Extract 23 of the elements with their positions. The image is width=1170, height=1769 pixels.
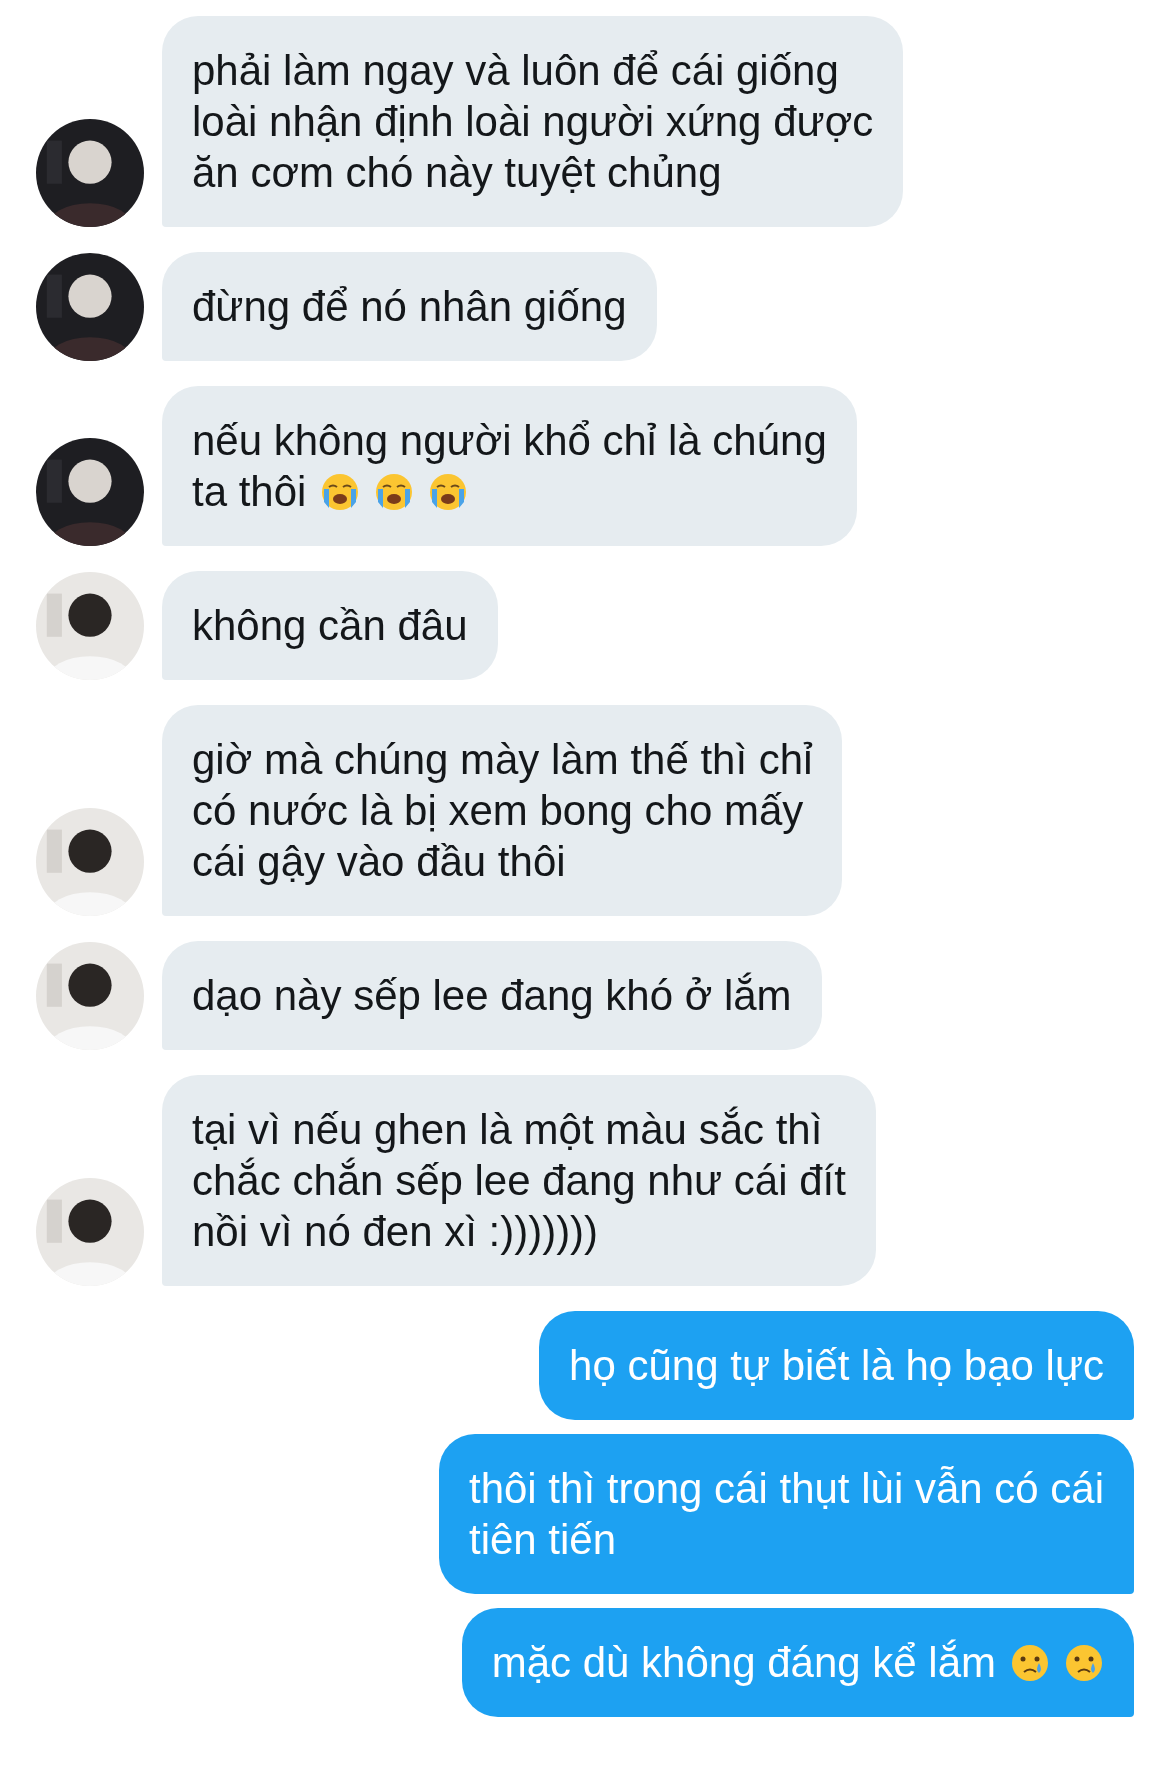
message-line: ta thôi [192,468,307,515]
tearful-face-icon [1010,1643,1050,1683]
tearful-face-icon [1064,1643,1104,1683]
message-line: đừng để nó nhân giống [192,283,627,330]
crying-face-icon [320,472,361,512]
crying-face-icon [428,472,469,512]
message-line: ăn cơm chó này tuyệt chủng [192,149,722,196]
message-line: tại vì nếu ghen là một màu sắc thì [192,1106,823,1153]
message-line: mặc dù không đáng kể lắm [491,1639,996,1686]
message-line: giờ mà chúng mày làm thế thì chỉ [192,736,813,783]
message-line: nồi vì nó đen xì :))))))) [192,1208,599,1255]
message-line: dạo này sếp lee đang khó ở lắm [192,972,792,1019]
message-line: chắc chắn sếp lee đang như cái đít [192,1157,846,1204]
message-line: có nước là bị xem bong cho mấy [192,787,804,834]
message-line: loài nhận định loài người xứng được [192,98,874,145]
message-line: không cần đâu [192,602,468,649]
message-line: nếu không người khổ chỉ là chúng [192,417,827,464]
crying-face-icon [374,472,415,512]
message-line: thôi thì trong cái thụt lùi vẫn có cái [468,1465,1104,1512]
message-line: tiên tiến [468,1516,617,1563]
message-line: cái gậy vào đầu thôi [192,838,566,885]
message-line: họ cũng tự biết là họ bạo lực [569,1342,1104,1389]
message-line: phải làm ngay và luôn để cái giống [192,47,839,94]
